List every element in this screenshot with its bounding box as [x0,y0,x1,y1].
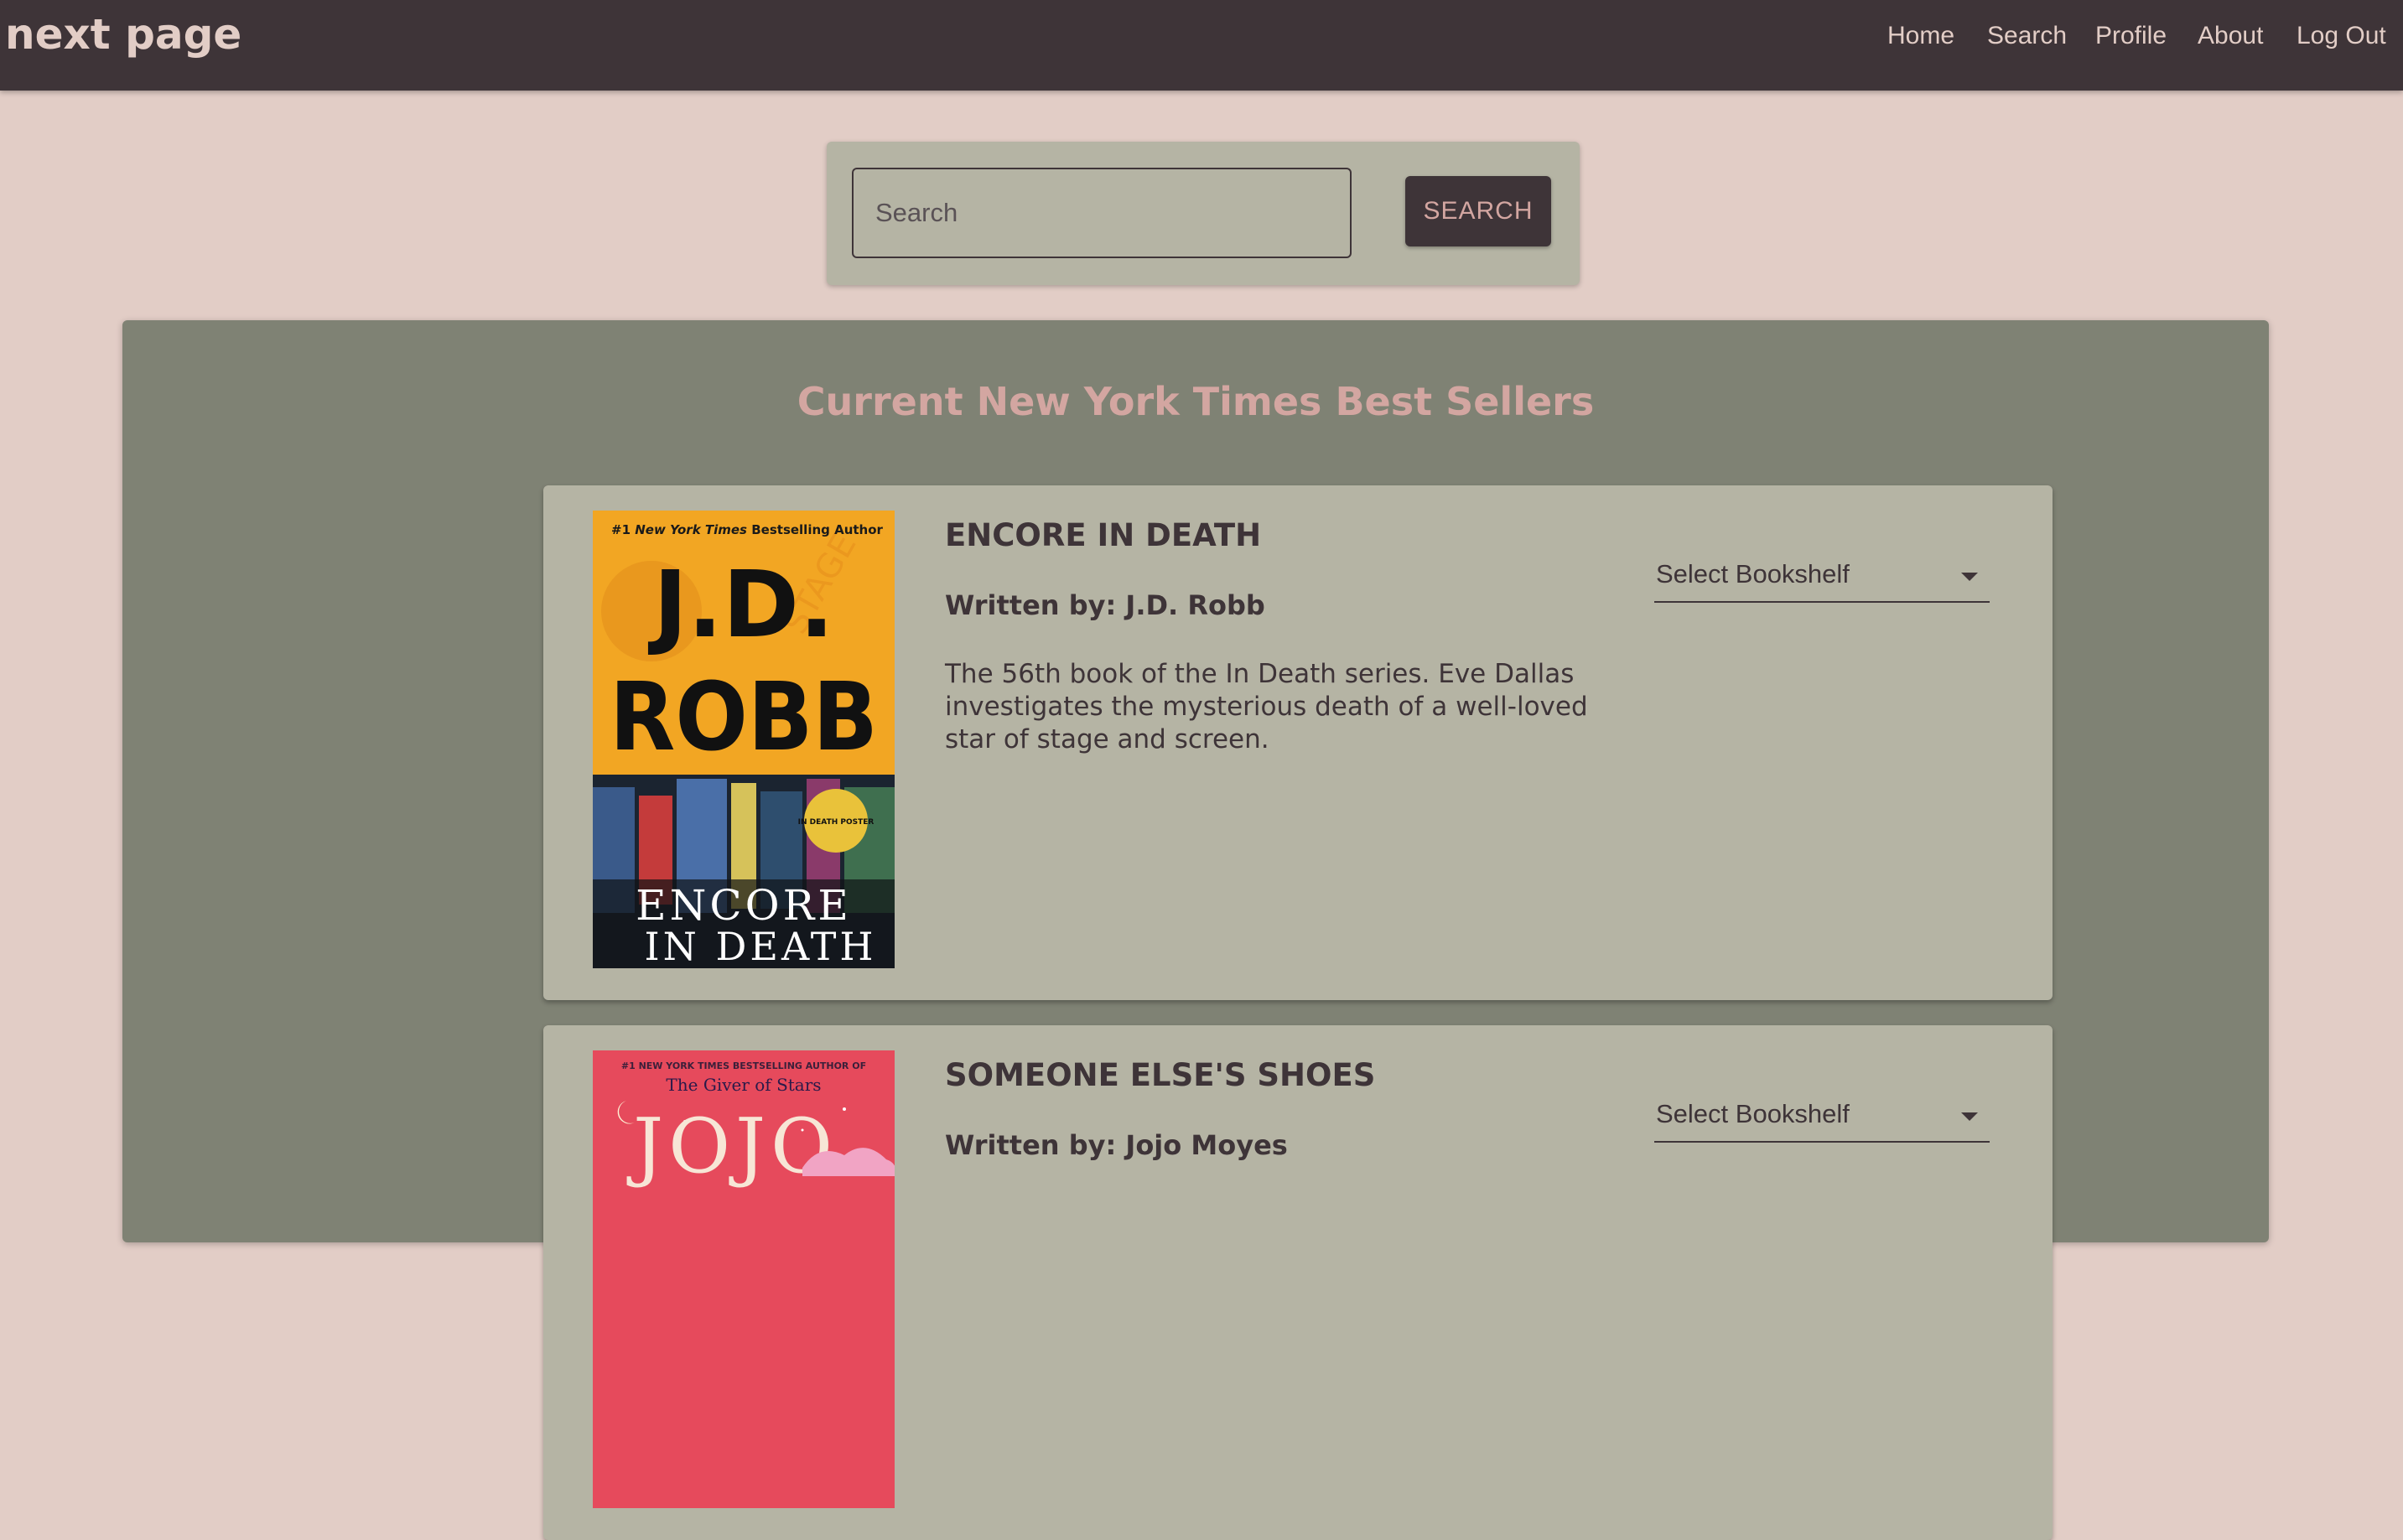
book-description: The 56th book of the In Death series. Ev… [945,659,1588,754]
nav-link-logout[interactable]: Log Out [2297,22,2386,50]
book-cover-art: STAGE #1 New York Times Bestselling Auth… [593,511,895,968]
svg-text:#1 New York Times: #1 New York Times Bestselling Author [611,522,884,537]
cover-author-name: JOJO [626,1102,838,1190]
cover-author-line2: ROBB [610,663,878,772]
cover-tagline-prefix: #1 [611,522,631,537]
bookshelf-select-label: Select Bookshelf [1656,1099,1850,1128]
search-button[interactable]: SEARCH [1405,176,1551,246]
cover-sticker-text: IN DEATH POSTER [798,818,875,827]
search-input[interactable] [852,168,1352,258]
book-title: SOMEONE ELSE'S SHOES [945,1057,1376,1093]
bookshelf-select-label: Select Bookshelf [1656,559,1850,589]
dropdown-caret-icon [1961,1112,1978,1121]
bookshelf-select[interactable]: Select Bookshelf [1654,1092,1990,1143]
nav-links: Home Search Profile About Log Out [0,22,2403,52]
book-author: Written by: J.D. Robb [945,589,1265,621]
cover-tagline: #1 NEW YORK TIMES BESTSELLING AUTHOR OF [621,1060,866,1071]
search-card: SEARCH [827,142,1580,285]
book-cover-art: #1 NEW YORK TIMES BESTSELLING AUTHOR OF … [593,1050,895,1508]
bestsellers-panel: Current New York Times Best Sellers STAG… [122,320,2269,1540]
cover-title-line2: IN DEATH [644,924,876,968]
book-author: Written by: Jojo Moyes [945,1129,1288,1161]
cover-title-line1: ENCORE [636,881,852,930]
dropdown-caret-icon [1961,573,1978,581]
book-title: ENCORE IN DEATH [945,517,1262,553]
nav-link-profile[interactable]: Profile [2095,22,2167,50]
cover-tagline-italic: New York Times [635,522,747,537]
bestsellers-title: Current New York Times Best Sellers [797,379,1595,424]
book-card: #1 NEW YORK TIMES BESTSELLING AUTHOR OF … [543,1025,2053,1540]
cover-tagline-suffix: Bestselling Author [751,522,883,537]
nav-link-about[interactable]: About [2198,22,2263,50]
book-cover-image: #1 NEW YORK TIMES BESTSELLING AUTHOR OF … [593,1050,895,1508]
nav-link-home[interactable]: Home [1887,22,1954,50]
book-cover-image: STAGE #1 New York Times Bestselling Auth… [593,511,895,968]
book-card: STAGE #1 New York Times Bestselling Auth… [543,485,2053,1000]
nav-link-search[interactable]: Search [1987,22,2067,50]
cover-author-line1: J.D. [647,551,834,658]
top-navbar: next page Home Search Profile About Log … [0,0,2403,91]
bookshelf-select[interactable]: Select Bookshelf [1654,552,1990,603]
cover-subtitle: The Giver of Stars [666,1075,821,1095]
